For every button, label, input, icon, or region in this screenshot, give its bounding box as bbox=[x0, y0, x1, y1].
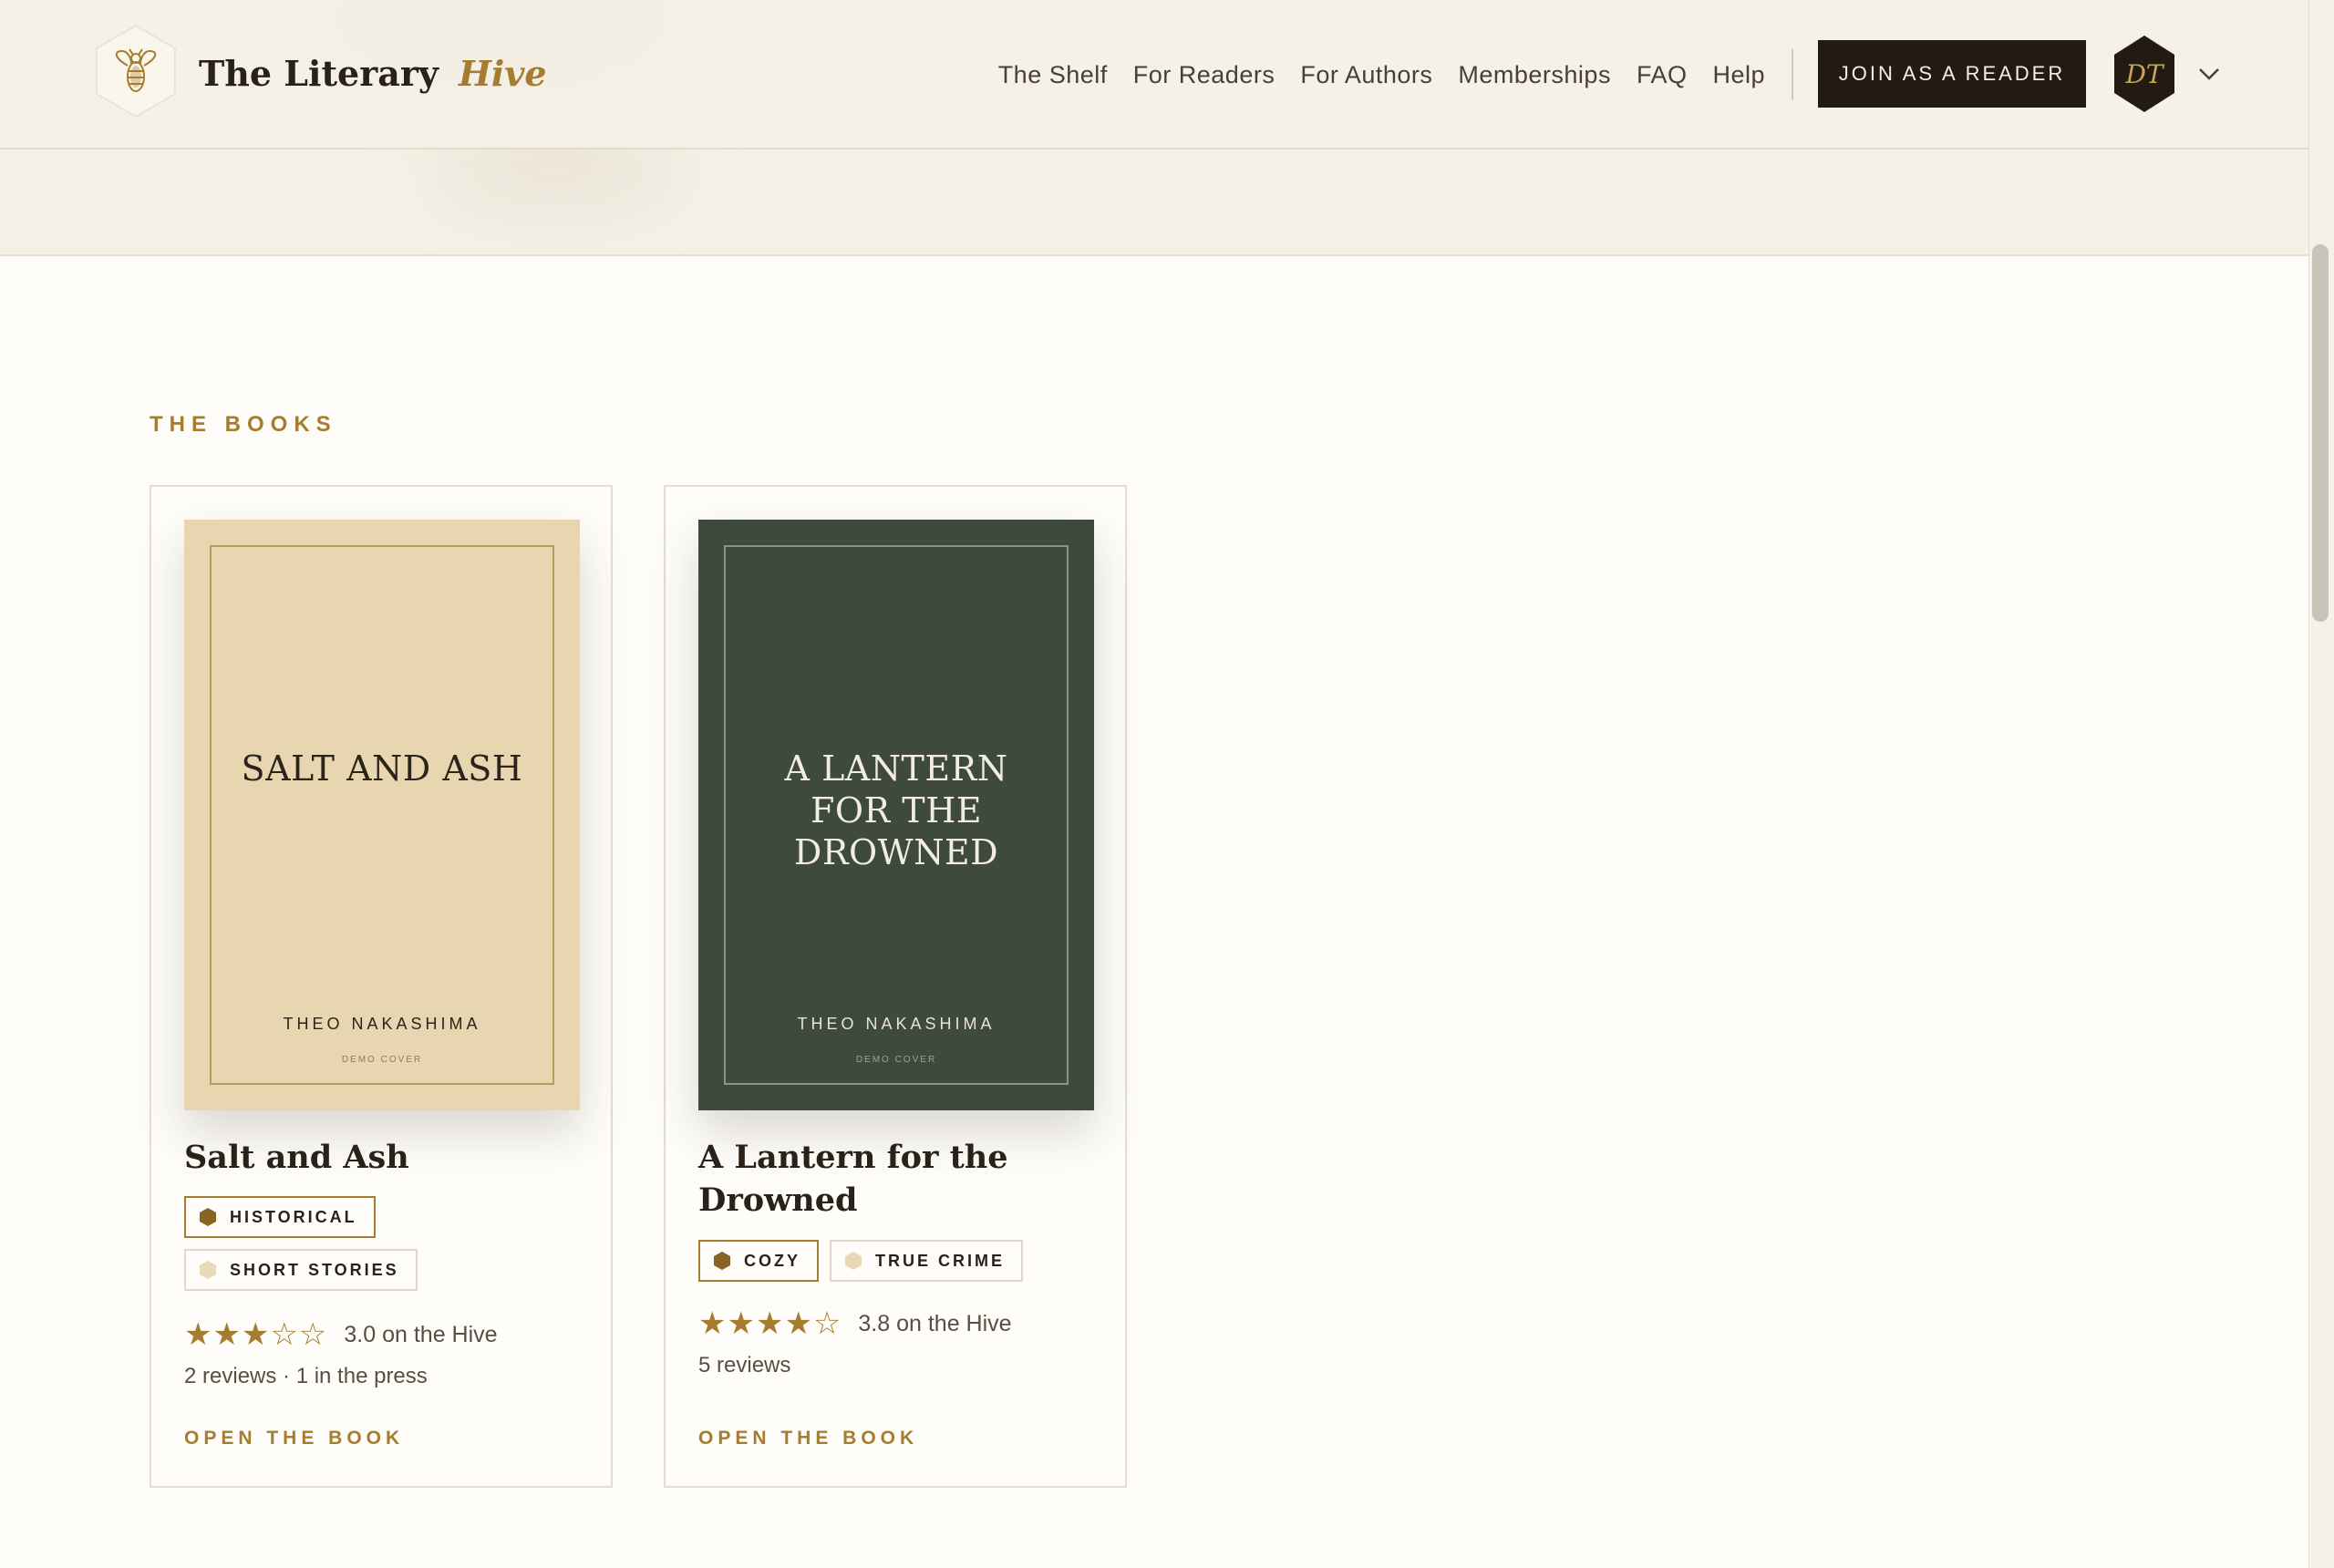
tag-label: SHORT STORIES bbox=[230, 1260, 399, 1279]
open-book-link[interactable]: OPEN THE BOOK bbox=[698, 1428, 918, 1449]
join-as-reader-button[interactable]: JOIN AS A READER bbox=[1818, 40, 2086, 108]
hexagon-icon bbox=[200, 1261, 216, 1279]
nav-for-readers[interactable]: For Readers bbox=[1133, 61, 1275, 89]
nav-faq[interactable]: FAQ bbox=[1637, 61, 1688, 89]
scrollbar-track[interactable] bbox=[2308, 0, 2334, 1568]
tag-list: COZY TRUE CRIME bbox=[698, 1240, 1118, 1293]
nav-divider bbox=[1792, 49, 1793, 100]
nav-for-authors[interactable]: For Authors bbox=[1300, 61, 1432, 89]
cover-author: THEO NAKASHIMA bbox=[283, 1015, 481, 1033]
book-title[interactable]: A Lantern for the Drowned bbox=[698, 1136, 1100, 1222]
brand-name[interactable]: The Literary Hive bbox=[199, 46, 547, 100]
cover-author: THEO NAKASHIMA bbox=[797, 1015, 996, 1033]
cover-note: DEMO COVER bbox=[855, 1055, 937, 1065]
rating-text: 3.8 on the Hive bbox=[858, 1310, 1012, 1336]
chevron-down-icon[interactable] bbox=[2195, 60, 2223, 88]
nav-memberships[interactable]: Memberships bbox=[1458, 61, 1611, 89]
main-nav: The Shelf For Readers For Authors Member… bbox=[998, 53, 1765, 97]
bee-logo-icon[interactable] bbox=[95, 24, 177, 119]
top-navigation: The Literary Hive The Shelf For Readers … bbox=[0, 0, 2308, 150]
tag-label: HISTORICAL bbox=[230, 1207, 357, 1226]
cover-note: DEMO COVER bbox=[341, 1055, 423, 1065]
cover-title: SALT AND ASH bbox=[241, 748, 523, 789]
hexagon-icon bbox=[845, 1252, 862, 1270]
tag-label: TRUE CRIME bbox=[875, 1251, 1006, 1270]
nav-help[interactable]: Help bbox=[1712, 61, 1765, 89]
star-rating: ★★★☆☆ bbox=[184, 1317, 328, 1352]
book-title[interactable]: Salt and Ash bbox=[184, 1136, 585, 1179]
nav-the-shelf[interactable]: The Shelf bbox=[998, 61, 1108, 89]
rating-row: ★★★★☆ 3.8 on the Hive bbox=[698, 1305, 1012, 1342]
rating-text: 3.0 on the Hive bbox=[344, 1321, 498, 1347]
book-card[interactable]: A LANTERN FOR THE DROWNED THEO NAKASHIMA… bbox=[664, 485, 1127, 1488]
cover-frame: SALT AND ASH THEO NAKASHIMA DEMO COVER bbox=[210, 545, 554, 1085]
book-cover[interactable]: SALT AND ASH THEO NAKASHIMA DEMO COVER bbox=[184, 520, 580, 1110]
scrollbar-thumb[interactable] bbox=[2312, 244, 2329, 622]
tag-list: HISTORICAL SHORT STORIES bbox=[184, 1196, 585, 1302]
user-avatar[interactable]: DT bbox=[2113, 35, 2175, 113]
cover-frame: A LANTERN FOR THE DROWNED THEO NAKASHIMA… bbox=[724, 545, 1069, 1085]
cover-title: A LANTERN FOR THE DROWNED bbox=[784, 748, 1008, 872]
book-card[interactable]: SALT AND ASH THEO NAKASHIMA DEMO COVER S… bbox=[150, 485, 613, 1488]
hexagon-icon bbox=[200, 1208, 216, 1226]
avatar-initials: DT bbox=[2125, 58, 2164, 89]
genre-tag-historical[interactable]: HISTORICAL bbox=[184, 1196, 376, 1238]
open-book-link[interactable]: OPEN THE BOOK bbox=[184, 1428, 404, 1449]
star-rating: ★★★★☆ bbox=[698, 1306, 842, 1341]
review-meta: 5 reviews bbox=[698, 1353, 791, 1377]
genre-tag-cozy[interactable]: COZY bbox=[698, 1240, 820, 1282]
genre-tag-true-crime[interactable]: TRUE CRIME bbox=[830, 1240, 1024, 1282]
genre-tag-short-stories[interactable]: SHORT STORIES bbox=[184, 1249, 418, 1291]
book-cover[interactable]: A LANTERN FOR THE DROWNED THEO NAKASHIMA… bbox=[698, 520, 1094, 1110]
section-label: THE BOOKS bbox=[150, 412, 337, 437]
brand-accent: Hive bbox=[458, 52, 547, 94]
review-meta: 2 reviews · 1 in the press bbox=[184, 1364, 428, 1388]
hexagon-icon bbox=[714, 1252, 730, 1270]
rating-row: ★★★☆☆ 3.0 on the Hive bbox=[184, 1316, 498, 1353]
tag-label: COZY bbox=[744, 1251, 801, 1270]
brand-title: The Literary bbox=[199, 52, 439, 94]
